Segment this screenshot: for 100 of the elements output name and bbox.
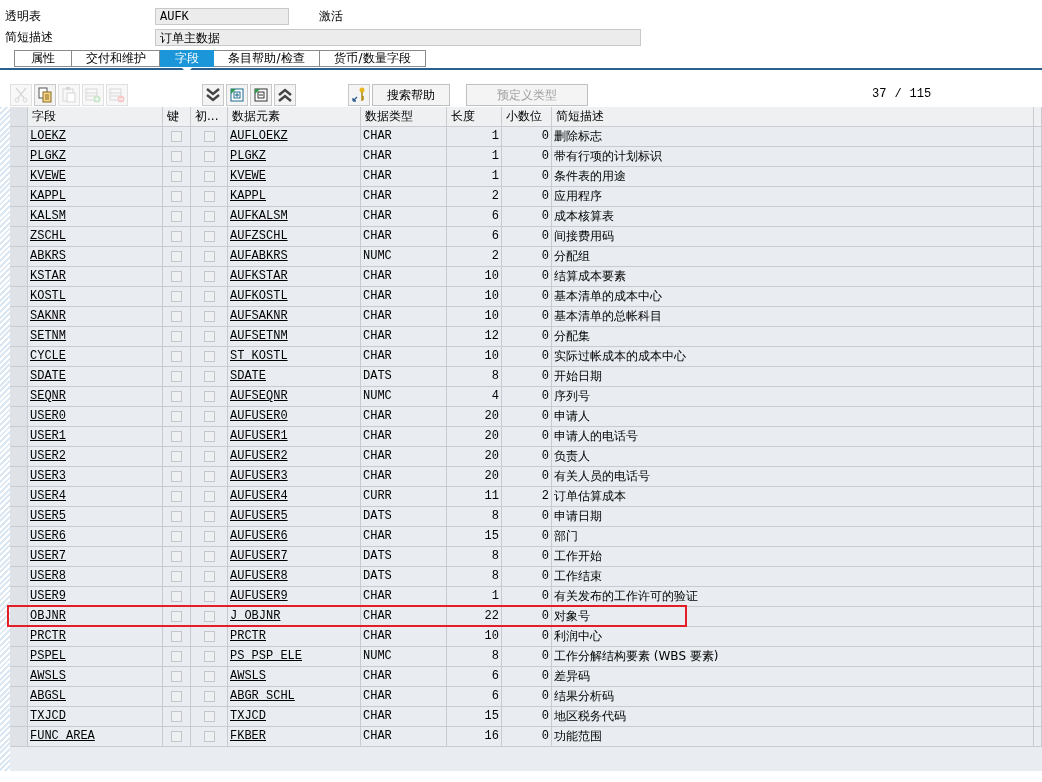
checkbox[interactable]	[203, 611, 215, 622]
checkbox[interactable]	[203, 451, 215, 462]
field-link[interactable]: USER3	[30, 469, 66, 483]
checkbox[interactable]	[203, 691, 215, 702]
data-element-link[interactable]: AUFSETNM	[230, 329, 288, 343]
tab[interactable]: 属性	[14, 50, 72, 67]
checkbox[interactable]	[203, 231, 215, 242]
double-chevron-down-icon[interactable]	[202, 84, 224, 106]
checkbox[interactable]	[203, 371, 215, 382]
data-element-link[interactable]: AUFUSER2	[230, 449, 288, 463]
checkbox[interactable]	[203, 411, 215, 422]
field-link[interactable]: USER1	[30, 429, 66, 443]
checkbox[interactable]	[203, 711, 215, 722]
field-link[interactable]: SEQNR	[30, 389, 66, 403]
checkbox[interactable]	[203, 291, 215, 302]
data-element-link[interactable]: KVEWE	[230, 169, 266, 183]
field-link[interactable]: KSTAR	[30, 269, 66, 283]
data-element-link[interactable]: AUFUSER3	[230, 469, 288, 483]
data-element-link[interactable]: AUFLOEKZ	[230, 129, 288, 143]
checkbox[interactable]	[203, 571, 215, 582]
data-element-link[interactable]: AUFUSER5	[230, 509, 288, 523]
field-link[interactable]: FUNC_AREA	[30, 729, 95, 743]
checkbox[interactable]	[171, 331, 182, 342]
checkbox[interactable]	[171, 411, 182, 422]
field-link[interactable]: AWSLS	[30, 669, 66, 683]
checkbox[interactable]	[171, 671, 182, 682]
data-element-link[interactable]: AWSLS	[230, 669, 266, 683]
data-element-link[interactable]: AUFUSER1	[230, 429, 288, 443]
data-element-link[interactable]: PRCTR	[230, 629, 266, 643]
column-header[interactable]: 数据元素	[228, 107, 361, 126]
column-header[interactable]: 长度	[447, 107, 502, 126]
checkbox[interactable]	[203, 251, 215, 262]
field-link[interactable]: KAPPL	[30, 189, 66, 203]
field-link[interactable]: ZSCHL	[30, 229, 66, 243]
checkbox[interactable]	[203, 171, 215, 182]
column-header[interactable]: 数据类型	[361, 107, 447, 126]
checkbox[interactable]	[171, 371, 182, 382]
checkbox[interactable]	[171, 311, 182, 322]
checkbox[interactable]	[171, 491, 182, 502]
data-element-link[interactable]: AUFKALSM	[230, 209, 288, 223]
checkbox[interactable]	[203, 131, 215, 142]
data-element-link[interactable]: FKBER	[230, 729, 266, 743]
column-header[interactable]: 键	[163, 107, 191, 126]
checkbox[interactable]	[203, 211, 215, 222]
checkbox[interactable]	[203, 431, 215, 442]
checkbox[interactable]	[171, 291, 182, 302]
checkbox[interactable]	[171, 511, 182, 522]
checkbox[interactable]	[203, 331, 215, 342]
column-header[interactable]: 小数位	[502, 107, 552, 126]
key-icon[interactable]	[348, 84, 370, 106]
field-link[interactable]: TXJCD	[30, 709, 66, 723]
checkbox[interactable]	[171, 691, 182, 702]
checkbox[interactable]	[171, 611, 182, 622]
checkbox[interactable]	[203, 491, 215, 502]
tab[interactable]: 条目帮助/检查	[214, 50, 320, 67]
checkbox[interactable]	[203, 731, 215, 742]
data-element-link[interactable]: AUFUSER9	[230, 589, 288, 603]
select-block-icon[interactable]	[226, 84, 248, 106]
checkbox[interactable]	[171, 631, 182, 642]
data-element-link[interactable]: ST_KOSTL	[230, 349, 288, 363]
checkbox[interactable]	[171, 251, 182, 262]
field-link[interactable]: KALSM	[30, 209, 66, 223]
field-link[interactable]: PRCTR	[30, 629, 66, 643]
column-header[interactable]: 初...	[191, 107, 228, 126]
checkbox[interactable]	[203, 591, 215, 602]
data-element-link[interactable]: ABGR_SCHL	[230, 689, 295, 703]
field-link[interactable]: SDATE	[30, 369, 66, 383]
field-link[interactable]: USER7	[30, 549, 66, 563]
checkbox[interactable]	[171, 231, 182, 242]
tab[interactable]: 交付和维护	[72, 50, 160, 67]
checkbox[interactable]	[171, 551, 182, 562]
checkbox[interactable]	[203, 191, 215, 202]
field-link[interactable]: USER6	[30, 529, 66, 543]
data-element-link[interactable]: AUFUSER7	[230, 549, 288, 563]
checkbox[interactable]	[203, 671, 215, 682]
field-link[interactable]: PSPEL	[30, 649, 66, 663]
checkbox[interactable]	[171, 171, 182, 182]
checkbox[interactable]	[171, 151, 182, 162]
column-header[interactable]: 字段	[28, 107, 163, 126]
data-element-link[interactable]: AUFUSER0	[230, 409, 288, 423]
checkbox[interactable]	[203, 551, 215, 562]
checkbox[interactable]	[171, 131, 182, 142]
data-element-link[interactable]: PS_PSP_ELE	[230, 649, 302, 663]
data-element-link[interactable]: AUFABKRS	[230, 249, 288, 263]
field-link[interactable]: KOSTL	[30, 289, 66, 303]
checkbox[interactable]	[171, 211, 182, 222]
data-element-link[interactable]: AUFSEQNR	[230, 389, 288, 403]
checkbox[interactable]	[171, 471, 182, 482]
field-link[interactable]: KVEWE	[30, 169, 66, 183]
field-link[interactable]: SAKNR	[30, 309, 66, 323]
checkbox[interactable]	[171, 351, 182, 362]
deselect-block-icon[interactable]	[250, 84, 272, 106]
field-link[interactable]: USER4	[30, 489, 66, 503]
checkbox[interactable]	[203, 631, 215, 642]
data-element-link[interactable]: AUFKSTAR	[230, 269, 288, 283]
checkbox[interactable]	[203, 651, 215, 662]
data-element-link[interactable]: AUFKOSTL	[230, 289, 288, 303]
checkbox[interactable]	[171, 591, 182, 602]
copy-icon[interactable]	[34, 84, 56, 106]
checkbox[interactable]	[171, 391, 182, 402]
